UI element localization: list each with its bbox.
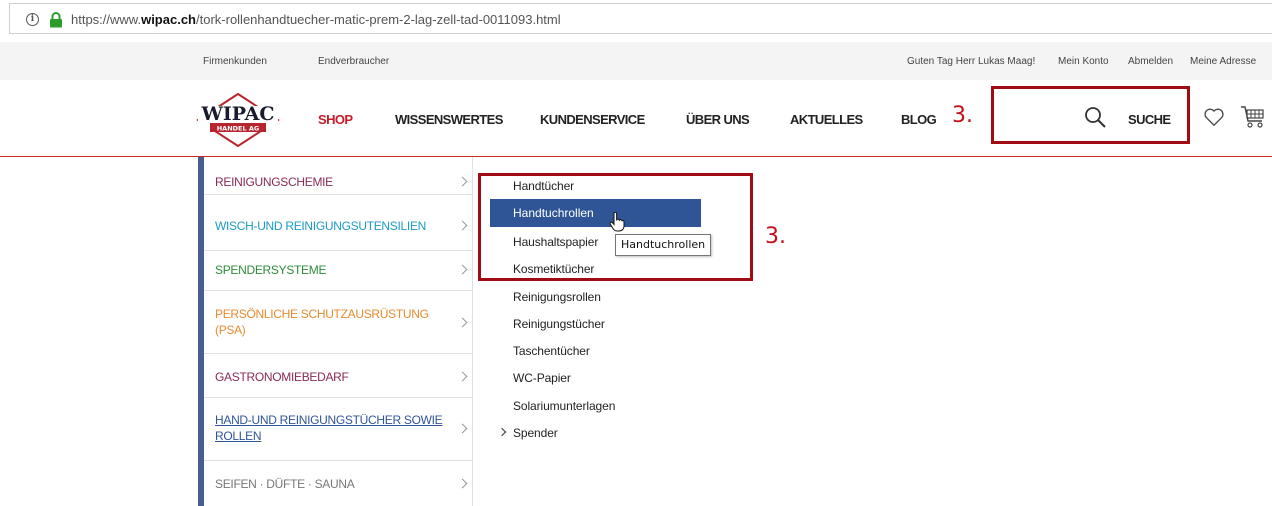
chevron-right-icon [457,478,468,489]
chevron-right-icon [457,220,468,231]
logo-subtext: HANDEL AG [217,125,260,133]
subcategory-taschentuecher[interactable]: Taschentücher [513,344,590,358]
wipac-logo[interactable]: WIPAC HANDEL AG [196,92,280,147]
nav-shop[interactable]: SHOP [318,112,353,127]
category-label: GASTRONOMIEBEDARF [215,370,349,384]
url-domain: wipac.ch [141,12,196,27]
url-text[interactable]: https://www.wipac.ch/tork-rollenhandtuec… [71,12,561,27]
category-hand-und-reinigungstuecher[interactable]: HAND-UND REINIGUNGSTÜCHER SOWIE ROLLEN [204,398,472,461]
chevron-right-icon [457,176,468,187]
address-bar[interactable]: i https://www.wipac.ch/tork-rollenhandtu… [9,3,1272,34]
nav-blog[interactable]: BLOG [901,112,937,127]
subcategory-reinigungsrollen[interactable]: Reinigungsrollen [513,290,601,304]
annotation-number-menu: 3. [765,224,786,249]
nav-aktuelles[interactable]: AKTUELLES [790,112,863,127]
url-prefix: https://www. [71,12,142,27]
search-button[interactable]: SUCHE [1128,112,1171,127]
category-gastronomiebedarf[interactable]: GASTRONOMIEBEDARF [204,354,472,398]
link-abmelden[interactable]: Abmelden [1128,56,1173,67]
category-label: SEIFEN · DÜFTE · SAUNA [215,477,355,491]
category-label: WISCH-UND REINIGUNGSUTENSILIEN [215,219,427,233]
chevron-right-icon [457,317,468,328]
greeting-text: Guten Tag Herr Lukas Maag! [907,56,1036,67]
subcategory-reinigungstuecher[interactable]: Reinigungstücher [513,317,605,331]
subcategory-wc-papier[interactable]: WC-Papier [513,371,571,385]
search-icon[interactable] [1083,105,1107,129]
subcategory-spender[interactable]: Spender [513,426,558,440]
url-path: /tork-rollenhandtuecher-matic-prem-2-lag… [196,12,561,27]
category-label: REINIGUNGSCHEMIE [215,175,333,189]
annotation-number-search: 3. [952,103,973,128]
cart-icon[interactable] [1240,104,1266,130]
chevron-right-icon [457,264,468,275]
info-icon[interactable]: i [26,13,39,26]
heart-icon[interactable] [1203,106,1225,128]
link-endverbraucher[interactable]: Endverbraucher [318,56,389,67]
annotation-box-menu [478,173,753,281]
category-label: SPENDERSYSTEME [215,263,327,277]
link-meine-adresse[interactable]: Meine Adresse [1190,56,1256,67]
category-column-divider [472,157,473,506]
category-psa[interactable]: PERSÖNLICHE SCHUTZAUSRÜSTUNG (PSA) [204,291,472,354]
logo-text: WIPAC [201,103,275,125]
category-label: HAND-UND REINIGUNGSTÜCHER SOWIE ROLLEN [215,413,443,443]
chevron-right-icon [457,423,468,434]
category-seifen-duefte-sauna[interactable]: SEIFEN · DÜFTE · SAUNA [204,461,472,506]
category-spendersysteme[interactable]: SPENDERSYSTEME [204,251,472,291]
link-mein-konto[interactable]: Mein Konto [1058,56,1109,67]
nav-wissenswertes[interactable]: WISSENSWERTES [395,112,503,127]
category-wisch-und-reinigungsutensilien[interactable]: WISCH-UND REINIGUNGSUTENSILIEN [204,195,472,251]
lock-icon [50,12,62,28]
chevron-right-icon [457,371,468,382]
utility-bar: Firmenkunden Endverbraucher Guten Tag He… [0,42,1272,80]
link-firmenkunden[interactable]: Firmenkunden [203,56,267,67]
nav-ueber-uns[interactable]: ÜBER UNS [686,112,750,127]
nav-kundenservice[interactable]: KUNDENSERVICE [540,112,645,127]
category-label: PERSÖNLICHE SCHUTZAUSRÜSTUNG (PSA) [215,307,429,337]
subcategory-solariumunterlagen[interactable]: Solariumunterlagen [513,399,615,413]
category-reinigungschemie[interactable]: REINIGUNGSCHEMIE [204,157,472,195]
